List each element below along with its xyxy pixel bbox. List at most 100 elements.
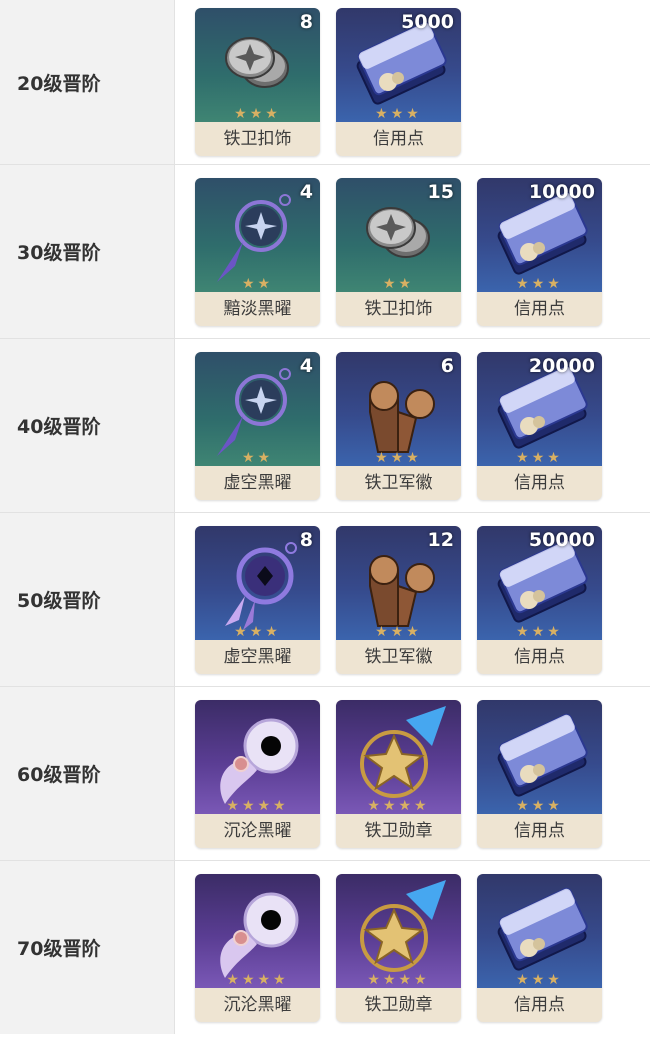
material-image: 50000 ★★★: [477, 525, 602, 640]
quantity: 6: [440, 354, 454, 377]
material-card[interactable]: ★★★★ 沉沦黑曜: [195, 873, 320, 1022]
quantity: 15: [427, 180, 454, 203]
material-image: ★★★★: [336, 873, 461, 988]
material-image: 8 ★★★: [195, 8, 320, 122]
material-name: 铁卫扣饰: [223, 129, 292, 149]
ascension-row: 60级晋阶 ★★★★ 沉沦黑曜 ★★★★ 铁卫勋章 ★★★ 信用点: [0, 687, 650, 861]
medal-icon: [360, 879, 446, 972]
material-name: 铁卫军徽: [364, 646, 433, 667]
material-card[interactable]: 20000 ★★★ 信用点: [477, 351, 602, 500]
material-name: 信用点: [514, 994, 565, 1015]
quantity: 50000: [528, 528, 595, 551]
ascension-row: 70级晋阶 ★★★★ 沉沦黑曜 ★★★★ 铁卫勋章 ★★★ 信用点: [0, 861, 650, 1034]
material-name: 铁卫勋章: [364, 820, 433, 841]
material-image: ★★★: [477, 699, 602, 814]
rarity-stars: ★★★: [516, 275, 563, 292]
material-card[interactable]: 6 ★★★ 铁卫军徽: [336, 351, 461, 500]
chaos-obsidian-icon: [220, 892, 299, 978]
material-name: 沉沦黑曜: [223, 820, 292, 841]
quantity: 5000: [401, 11, 454, 33]
medal-icon: [360, 705, 446, 798]
material-list: 4 ★★ 黯淡黑曜 15 ★★ 铁卫扣饰 10000 ★★★ 信用点: [175, 165, 602, 338]
quantity: 12: [427, 528, 454, 551]
rarity-stars: ★★: [241, 449, 274, 466]
material-card[interactable]: ★★★★ 沉沦黑曜: [195, 699, 320, 848]
material-card[interactable]: ★★★★ 铁卫勋章: [336, 699, 461, 848]
material-image: ★★★: [477, 873, 602, 988]
material-name: 信用点: [514, 472, 565, 493]
material-image: 4 ★★: [195, 177, 320, 292]
quantity: 10000: [528, 180, 595, 203]
ascension-row: 40级晋阶 4 ★★ 虚空黑曜 6 ★★★ 铁卫军徽 20000 ★★★ 信用点: [0, 339, 650, 513]
level-label: 60级晋阶: [17, 764, 101, 786]
rarity-stars: ★★★: [375, 449, 422, 466]
material-image: 4 ★★: [195, 351, 320, 466]
rarity-stars: ★★★: [516, 623, 563, 640]
material-name: 虚空黑曜: [223, 646, 292, 667]
material-image: 6 ★★★: [336, 351, 461, 466]
material-card[interactable]: 4 ★★ 虚空黑曜: [195, 351, 320, 500]
credit-icon: [497, 887, 588, 971]
material-image: 20000 ★★★: [477, 351, 602, 466]
level-label: 40级晋阶: [17, 416, 101, 438]
ascension-row: 20级晋阶 8 ★★★ 铁卫扣饰 5000 ★★★ 信用点: [0, 0, 650, 165]
level-label-cell: 20级晋阶: [0, 0, 175, 164]
quantity: 8: [299, 11, 313, 33]
quantity: 4: [299, 180, 313, 203]
quantity: 4: [299, 354, 313, 377]
material-card[interactable]: 5000 ★★★ 信用点: [336, 8, 461, 156]
rarity-stars: ★★★: [234, 623, 281, 640]
material-name: 信用点: [514, 646, 565, 667]
quantity: 8: [299, 528, 313, 551]
rarity-stars: ★★★: [375, 106, 422, 122]
rarity-stars: ★★: [382, 275, 415, 292]
material-image: 10000 ★★★: [477, 177, 602, 292]
rarity-stars: ★★★: [516, 797, 563, 814]
credit-icon: [497, 713, 588, 797]
material-list: ★★★★ 沉沦黑曜 ★★★★ 铁卫勋章 ★★★ 信用点: [175, 861, 602, 1034]
quantity: 20000: [528, 354, 595, 377]
rarity-stars: ★★★: [516, 449, 563, 466]
ascension-table: 20级晋阶 8 ★★★ 铁卫扣饰 5000 ★★★ 信用点 30级晋阶 4 ★★ 黯淡黑曜 1…: [0, 0, 650, 1034]
material-image: 5000 ★★★: [336, 8, 461, 122]
material-name: 信用点: [373, 129, 424, 149]
level-label: 50级晋阶: [17, 590, 101, 612]
material-image: 8 ★★★: [195, 525, 320, 640]
material-card[interactable]: ★★★ 信用点: [477, 873, 602, 1022]
ascension-row: 30级晋阶 4 ★★ 黯淡黑曜 15 ★★ 铁卫扣饰 10000 ★★★ 信用点: [0, 165, 650, 339]
material-image: 12 ★★★: [336, 525, 461, 640]
material-list: ★★★★ 沉沦黑曜 ★★★★ 铁卫勋章 ★★★ 信用点: [175, 687, 602, 860]
material-list: 8 ★★★ 铁卫扣饰 5000 ★★★ 信用点: [175, 0, 461, 164]
material-image: ★★★★: [195, 699, 320, 814]
material-image: 15 ★★: [336, 177, 461, 292]
rarity-stars: ★★★: [516, 971, 563, 988]
material-card[interactable]: ★★★★ 铁卫勋章: [336, 873, 461, 1022]
material-image: ★★★★: [195, 873, 320, 988]
material-name: 铁卫军徽: [364, 472, 433, 493]
material-list: 4 ★★ 虚空黑曜 6 ★★★ 铁卫军徽 20000 ★★★ 信用点: [175, 339, 602, 512]
ascension-row: 50级晋阶 8 ★★★ 虚空黑曜 12 ★★★ 铁卫军徽 50000 ★★★ 信用点: [0, 513, 650, 687]
material-card[interactable]: 10000 ★★★ 信用点: [477, 177, 602, 326]
material-card[interactable]: 15 ★★ 铁卫扣饰: [336, 177, 461, 326]
material-name: 黯淡黑曜: [223, 298, 292, 319]
material-card[interactable]: 50000 ★★★ 信用点: [477, 525, 602, 674]
level-label-cell: 60级晋阶: [0, 687, 175, 860]
material-name: 虚空黑曜: [223, 472, 292, 493]
material-card[interactable]: 4 ★★ 黯淡黑曜: [195, 177, 320, 326]
material-name: 铁卫扣饰: [364, 298, 433, 319]
material-card[interactable]: 8 ★★★ 虚空黑曜: [195, 525, 320, 674]
material-card[interactable]: ★★★ 信用点: [477, 699, 602, 848]
level-label-cell: 50级晋阶: [0, 513, 175, 686]
material-card[interactable]: 12 ★★★ 铁卫军徽: [336, 525, 461, 674]
material-image: ★★★★: [336, 699, 461, 814]
rarity-stars: ★★★: [234, 106, 281, 122]
rarity-stars: ★★: [241, 275, 274, 292]
rarity-stars: ★★★★: [226, 971, 289, 988]
rarity-stars: ★★★★: [367, 797, 430, 814]
material-card[interactable]: 8 ★★★ 铁卫扣饰: [195, 8, 320, 156]
level-label: 70级晋阶: [17, 938, 101, 960]
level-label-cell: 70级晋阶: [0, 861, 175, 1034]
material-name: 信用点: [514, 298, 565, 319]
material-name: 信用点: [514, 820, 565, 841]
material-list: 8 ★★★ 虚空黑曜 12 ★★★ 铁卫军徽 50000 ★★★ 信用点: [175, 513, 602, 686]
